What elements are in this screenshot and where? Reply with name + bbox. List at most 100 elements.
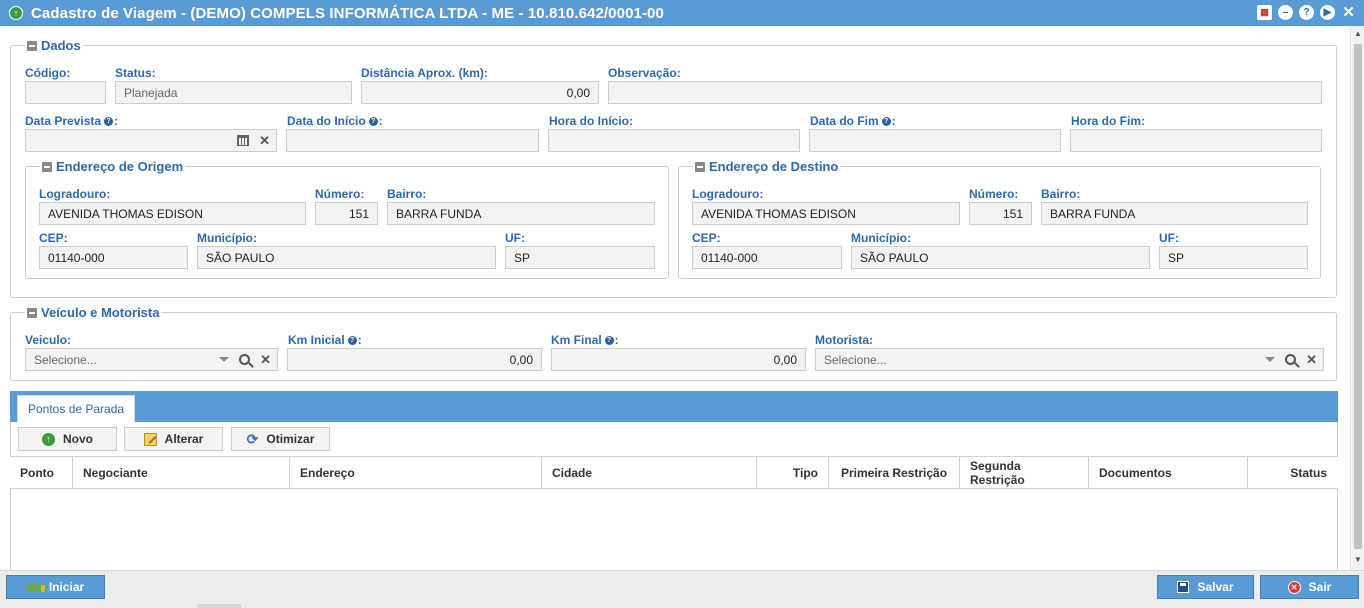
help-icon[interactable]: ? (368, 116, 378, 126)
column-header-ponto[interactable]: Ponto (10, 457, 73, 488)
column-header-cidade[interactable]: Cidade (542, 457, 757, 488)
hora-fim-field[interactable] (1070, 129, 1322, 152)
veiculo-select[interactable]: Selecione... ✕ (25, 348, 278, 371)
destino-bairro-field[interactable]: BARRA FUNDA (1041, 202, 1308, 225)
destino-cep-field[interactable]: 01140-000 (692, 246, 842, 269)
origem-legend[interactable]: Endereço de Origem (40, 159, 186, 174)
collapse-icon[interactable] (27, 40, 37, 51)
otimizar-button-label: Otimizar (266, 432, 315, 446)
motorista-label: Motorista: (815, 333, 873, 347)
codigo-label: Código: (25, 66, 71, 80)
codigo-field[interactable] (25, 81, 106, 104)
dados-legend-text: Dados (41, 38, 81, 53)
data-prevista-field[interactable]: ✕ (25, 129, 277, 152)
column-header-primeira-restricao[interactable]: Primeira Restrição (829, 457, 960, 488)
collapse-icon[interactable] (695, 161, 705, 172)
observacao-field[interactable] (608, 81, 1322, 104)
veiculo-motorista-legend-text: Veículo e Motorista (41, 305, 160, 320)
minimize-icon[interactable]: – (1278, 5, 1293, 20)
novo-button[interactable]: ↑ Novo (18, 427, 117, 451)
destino-numero-label: Número: (969, 187, 1019, 201)
observacao-label: Observação: (608, 66, 681, 80)
km-final-label: Km Final?: (551, 333, 619, 347)
veiculo-label: Veiculo: (25, 333, 72, 347)
collapse-icon[interactable] (42, 161, 52, 172)
distancia-field[interactable]: 0,00 (361, 81, 599, 104)
calendar-icon[interactable] (237, 135, 250, 146)
close-icon[interactable]: ✕ (259, 133, 270, 149)
destino-uf-label: UF: (1159, 231, 1179, 245)
edit-icon (143, 432, 157, 446)
help-icon[interactable]: ? (104, 116, 114, 126)
help-icon[interactable]: ? (604, 335, 614, 345)
origem-legend-text: Endereço de Origem (56, 159, 184, 174)
km-final-field[interactable]: 0,00 (551, 348, 806, 371)
destino-legend-text: Endereço de Destino (709, 159, 839, 174)
destino-logradouro-field[interactable]: AVENIDA THOMAS EDISON (692, 202, 960, 225)
chevron-down-icon[interactable] (219, 357, 230, 362)
destino-uf-field[interactable]: SP (1159, 246, 1308, 269)
destino-numero-field[interactable]: 151 (969, 202, 1032, 225)
chevron-down-icon[interactable] (1265, 357, 1276, 362)
origem-numero-label: Número: (315, 187, 365, 201)
origem-uf-label: UF: (505, 231, 525, 245)
collapse-icon[interactable] (27, 307, 37, 318)
exit-icon: ✕ (1287, 580, 1301, 594)
origem-cep-label: CEP: (39, 231, 68, 245)
tab-pontos-de-parada[interactable]: Pontos de Parada (17, 395, 136, 422)
origem-cep-field[interactable]: 01140-000 (39, 246, 188, 269)
close-icon[interactable]: ✕ (1341, 5, 1356, 20)
veiculo-motorista-legend[interactable]: Veículo e Motorista (25, 305, 162, 320)
origem-numero-field[interactable]: 151 (315, 202, 378, 225)
data-fim-field[interactable] (809, 129, 1061, 152)
footer-strip (197, 604, 241, 608)
column-header-tipo[interactable]: Tipo (757, 457, 829, 488)
otimizar-button[interactable]: ⟳ Otimizar (231, 427, 330, 451)
column-header-endereco[interactable]: Endereço (290, 457, 542, 488)
window-title: Cadastro de Viagem - (DEMO) COMPELS INFO… (31, 4, 664, 22)
search-icon[interactable] (1285, 354, 1297, 365)
distancia-label: Distância Aprox. (km): (361, 66, 488, 80)
hora-fim-label: Hora do Fim: (1071, 114, 1145, 128)
scroll-down-icon[interactable]: ▼ (1354, 556, 1362, 564)
hora-inicio-field[interactable] (548, 129, 800, 152)
km-inicial-label: Km Inicial?: (288, 333, 362, 347)
origem-bairro-label: Bairro: (387, 187, 427, 201)
save-icon (1177, 581, 1190, 593)
search-icon[interactable] (239, 354, 251, 365)
destino-municipio-field[interactable]: SÃO PAULO (851, 246, 1150, 269)
alterar-button[interactable]: Alterar (124, 427, 223, 451)
column-header-documentos[interactable]: Documentos (1089, 457, 1248, 488)
salvar-button[interactable]: Salvar (1157, 575, 1254, 599)
vertical-scrollbar[interactable]: ▲ ▼ (1350, 26, 1364, 570)
origem-bairro-field[interactable]: BARRA FUNDA (387, 202, 655, 225)
destino-cep-label: CEP: (692, 231, 721, 245)
data-inicio-field[interactable] (286, 129, 539, 152)
km-inicial-field[interactable]: 0,00 (287, 348, 542, 371)
sair-button[interactable]: ✕ Sair (1260, 575, 1359, 599)
sair-button-label: Sair (1308, 580, 1332, 594)
help-icon[interactable]: ? (881, 116, 891, 126)
dados-legend[interactable]: Dados (25, 38, 83, 53)
column-header-segunda-restricao[interactable]: Segunda Restrição (960, 457, 1089, 488)
calendar-icon[interactable]: ▦ (1257, 5, 1272, 20)
motorista-select[interactable]: Selecione... ✕ (815, 348, 1324, 371)
close-icon[interactable]: ✕ (1306, 352, 1317, 368)
help-icon[interactable]: ? (1299, 5, 1314, 20)
origem-logradouro-field[interactable]: AVENIDA THOMAS EDISON (39, 202, 306, 225)
hora-inicio-label: Hora do Início: (549, 114, 633, 128)
play-icon[interactable]: ▶ (1320, 5, 1335, 20)
close-icon[interactable]: ✕ (260, 352, 271, 368)
scroll-thumb[interactable] (1354, 44, 1362, 549)
origem-municipio-field[interactable]: SÃO PAULO (197, 246, 496, 269)
help-icon[interactable]: ? (347, 335, 357, 345)
scroll-up-icon[interactable]: ▲ (1354, 30, 1362, 38)
origem-municipio-label: Município: (197, 231, 257, 245)
column-header-status[interactable]: Status (1248, 457, 1337, 488)
status-field[interactable]: Planejada (115, 81, 352, 104)
destino-legend[interactable]: Endereço de Destino (693, 159, 841, 174)
origem-uf-field[interactable]: SP (505, 246, 655, 269)
column-header-negociante[interactable]: Negociante (73, 457, 290, 488)
iniciar-button[interactable]: Iniciar (6, 575, 105, 599)
window-controls: ▦ – ? ▶ ✕ (1257, 5, 1356, 20)
